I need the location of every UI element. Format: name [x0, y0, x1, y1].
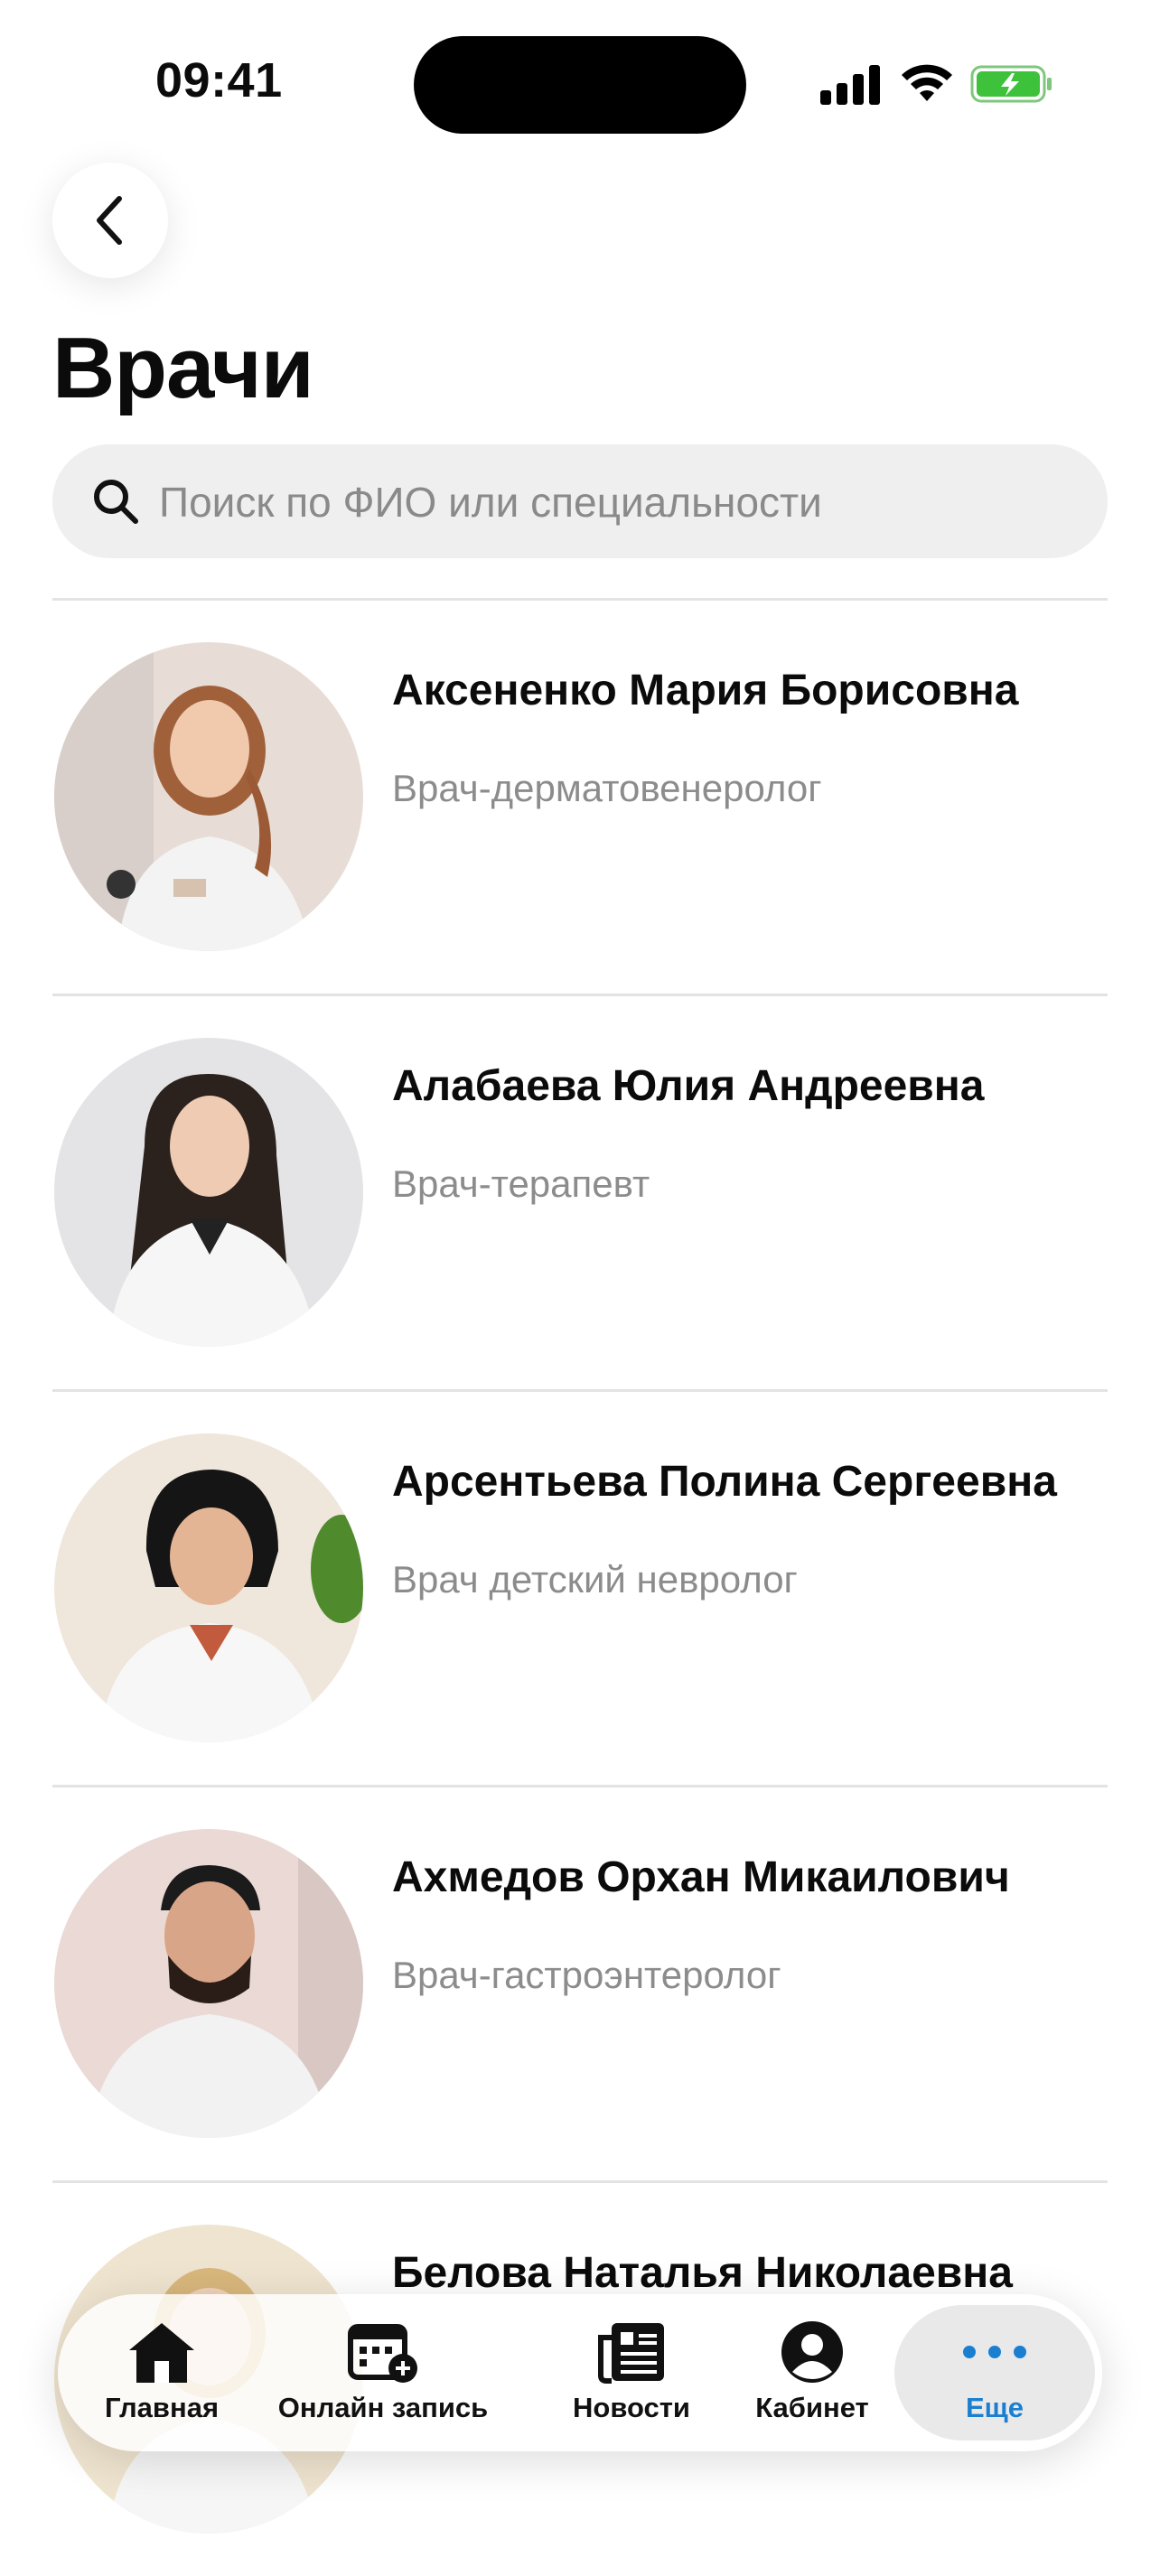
tab-news[interactable]: Новости — [564, 2305, 699, 2441]
newspaper-icon — [598, 2323, 664, 2384]
doctor-list: Аксененко Мария Борисовна Врач-дерматове… — [52, 598, 1108, 2576]
page-title: Врачи — [52, 320, 314, 416]
doctor-list-item[interactable]: Аксененко Мария Борисовна Врач-дерматове… — [52, 601, 1108, 994]
wifi-icon — [902, 64, 952, 101]
profile-icon — [781, 2321, 843, 2383]
doctor-name: Арсентьева Полина Сергеевна — [392, 1458, 1057, 1506]
doctor-avatar — [54, 642, 363, 951]
doctor-list-item[interactable]: Ахмедов Орхан Микаилович Врач-гастроэнте… — [52, 1787, 1108, 2180]
status-bar: 09:41 — [0, 0, 1160, 172]
home-icon — [129, 2323, 194, 2383]
tab-label: Новости — [573, 2392, 690, 2423]
tab-bar: Главная Онлайн запись Новости Кабинет Ещ… — [58, 2294, 1102, 2451]
tab-home[interactable]: Главная — [94, 2305, 229, 2441]
doctor-avatar — [54, 1433, 363, 1742]
doctor-list-item[interactable]: Арсентьева Полина Сергеевна Врач детский… — [52, 1392, 1108, 1785]
doctor-specialty: Врач-терапевт — [392, 1162, 650, 1205]
dynamic-island — [414, 36, 746, 134]
tab-label: Главная — [104, 2392, 220, 2423]
tab-label: Еще — [965, 2392, 1024, 2423]
doctor-specialty: Врач детский невролог — [392, 1558, 798, 1601]
more-dots-icon — [963, 2346, 1026, 2358]
doctor-list-item[interactable]: Алабаева Юлия Андреевна Врач-терапевт — [52, 996, 1108, 1389]
doctor-avatar — [54, 1829, 363, 2138]
tab-online-booking[interactable]: Онлайн запись — [278, 2305, 488, 2441]
cellular-signal-icon — [820, 63, 882, 105]
doctor-avatar — [54, 1038, 363, 1347]
battery-charging-icon — [970, 65, 1052, 103]
search-icon — [94, 480, 138, 524]
back-button[interactable] — [52, 163, 168, 278]
tab-more[interactable]: Еще — [894, 2305, 1095, 2441]
doctor-name: Аксененко Мария Борисовна — [392, 667, 1019, 714]
tab-label: Кабинет — [755, 2392, 869, 2423]
doctor-name: Алабаева Юлия Андреевна — [392, 1062, 985, 1110]
status-time: 09:41 — [155, 53, 283, 107]
tab-cabinet[interactable]: Кабинет — [744, 2305, 880, 2441]
doctor-specialty: Врач-дерматовенеролог — [392, 767, 822, 809]
doctor-name: Белова Наталья Николаевна — [392, 2249, 1013, 2297]
doctor-specialty: Врач-гастроэнтеролог — [392, 1954, 781, 1996]
calendar-add-icon — [348, 2324, 417, 2383]
tab-label: Онлайн запись — [277, 2392, 489, 2423]
doctor-name: Ахмедов Орхан Микаилович — [392, 1853, 1010, 1901]
search-input[interactable] — [157, 444, 1082, 560]
chevron-left-icon — [97, 196, 122, 245]
search-bar[interactable] — [52, 444, 1108, 560]
